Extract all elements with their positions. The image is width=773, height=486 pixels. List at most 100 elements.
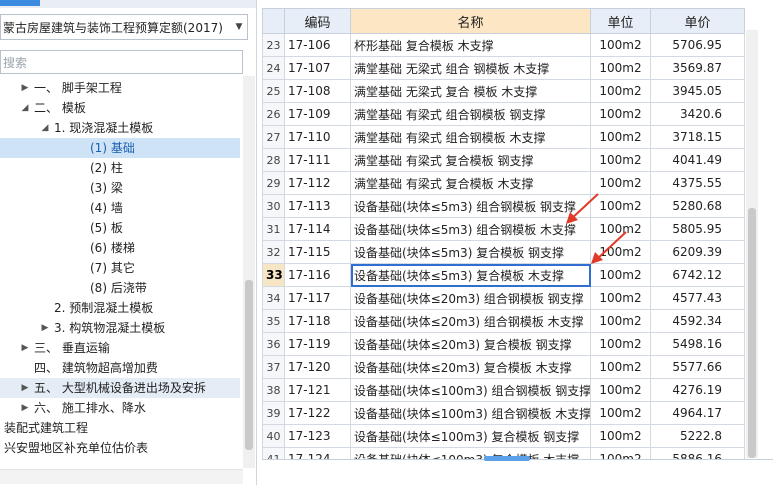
cell-price[interactable]: 3569.87 xyxy=(650,56,745,80)
row-number[interactable]: 38 xyxy=(262,378,285,402)
tree-vertical-scrollbar[interactable] xyxy=(243,76,255,468)
left-tabstrip[interactable] xyxy=(0,0,256,8)
table-row[interactable]: 28 17-111 满堂基础 有梁式 复合模板 钢支撑 100m2 4041.49 xyxy=(262,148,745,172)
tree-node[interactable]: ◢ 二、 模板 xyxy=(0,98,240,118)
tree-node[interactable]: (5) 板 xyxy=(0,218,240,238)
tree-node[interactable]: ◢ 1. 现浇混凝土模板 xyxy=(0,118,240,138)
cell-price[interactable]: 5706.95 xyxy=(650,33,745,57)
expand-arrow-icon[interactable]: ▶ xyxy=(20,378,30,398)
cell-unit[interactable]: 100m2 xyxy=(590,240,651,264)
row-number[interactable]: 36 xyxy=(262,332,285,356)
cell-unit[interactable]: 100m2 xyxy=(590,171,651,195)
row-number[interactable]: 25 xyxy=(262,79,285,103)
cell-unit[interactable]: 100m2 xyxy=(590,79,651,103)
cell-price[interactable]: 4964.17 xyxy=(650,401,745,425)
cell-price[interactable]: 5498.16 xyxy=(650,332,745,356)
table-row[interactable]: 31 17-114 设备基础(块体≤5m3) 组合钢模板 木支撑 100m2 5805.… xyxy=(262,217,745,241)
row-number[interactable]: 28 xyxy=(262,148,285,172)
table-row[interactable]: 34 17-117 设备基础(块体≤20m3) 组合钢模板 钢支撑 100m2 4577… xyxy=(262,286,745,310)
table-row[interactable]: 33 17-116 设备基础(块体≤5m3) 复合模板 木支撑 100m2 6742.1… xyxy=(262,263,745,287)
table-row[interactable]: 37 17-120 设备基础(块体≤20m3) 复合模板 木支撑 100m2 5577.… xyxy=(262,355,745,379)
tree-node[interactable]: (1) 基础 xyxy=(0,138,240,158)
row-number[interactable]: 32 xyxy=(262,240,285,264)
cell-code[interactable]: 17-107 xyxy=(284,56,351,80)
row-number[interactable]: 27 xyxy=(262,125,285,149)
row-number[interactable]: 24 xyxy=(262,56,285,80)
tree-node[interactable]: ▶ 3. 构筑物混凝土模板 xyxy=(0,318,240,338)
cell-code[interactable]: 17-121 xyxy=(284,378,351,402)
cell-code[interactable]: 17-108 xyxy=(284,79,351,103)
row-number[interactable]: 35 xyxy=(262,309,285,333)
cell-code[interactable]: 17-112 xyxy=(284,171,351,195)
cell-name[interactable]: 设备基础(块体≤100m3) 复合模板 钢支撑 xyxy=(350,424,591,448)
cell-code[interactable]: 17-123 xyxy=(284,424,351,448)
cell-price[interactable]: 5280.68 xyxy=(650,194,745,218)
cell-code[interactable]: 17-113 xyxy=(284,194,351,218)
expand-arrow-icon[interactable]: ▶ xyxy=(20,338,30,358)
cell-name[interactable]: 设备基础(块体≤20m3) 复合模板 木支撑 xyxy=(350,355,591,379)
cell-unit[interactable]: 100m2 xyxy=(590,263,651,287)
table-row[interactable]: 40 17-123 设备基础(块体≤100m3) 复合模板 钢支撑 100m2 5222… xyxy=(262,424,745,448)
collapse-arrow-icon[interactable]: ◢ xyxy=(20,98,30,118)
cell-price[interactable]: 6209.39 xyxy=(650,240,745,264)
expand-arrow-icon[interactable]: ▶ xyxy=(20,78,30,98)
cell-unit[interactable]: 100m2 xyxy=(590,355,651,379)
cell-name[interactable]: 杯形基础 复合模板 木支撑 xyxy=(350,33,591,57)
cell-name[interactable]: 满堂基础 有梁式 复合模板 木支撑 xyxy=(350,171,591,195)
header-rownum[interactable] xyxy=(262,8,285,34)
table-row[interactable]: 24 17-107 满堂基础 无梁式 组合 钢模板 木支撑 100m2 3569.87 xyxy=(262,56,745,80)
cell-code[interactable]: 17-120 xyxy=(284,355,351,379)
table-row[interactable]: 27 17-110 满堂基础 有梁式 组合钢模板 木支撑 100m2 3718.15 xyxy=(262,125,745,149)
cell-name[interactable]: 设备基础(块体≤20m3) 组合钢模板 钢支撑 xyxy=(350,286,591,310)
row-number[interactable]: 37 xyxy=(262,355,285,379)
row-number[interactable]: 40 xyxy=(262,424,285,448)
table-row[interactable]: 36 17-119 设备基础(块体≤20m3) 复合模板 钢支撑 100m2 5498.… xyxy=(262,332,745,356)
cell-price[interactable]: 5577.66 xyxy=(650,355,745,379)
tree-node[interactable]: 2. 预制混凝土模板 xyxy=(0,298,240,318)
cell-name[interactable]: 设备基础(块体≤20m3) 复合模板 钢支撑 xyxy=(350,332,591,356)
row-number[interactable]: 31 xyxy=(262,217,285,241)
table-row[interactable]: 23 17-106 杯形基础 复合模板 木支撑 100m2 5706.95 xyxy=(262,33,745,57)
cell-name[interactable]: 设备基础(块体≤5m3) 组合钢模板 木支撑 xyxy=(350,217,591,241)
row-number[interactable]: 39 xyxy=(262,401,285,425)
cell-name[interactable]: 满堂基础 无梁式 组合 钢模板 木支撑 xyxy=(350,56,591,80)
row-number[interactable]: 34 xyxy=(262,286,285,310)
chevron-down-icon[interactable]: ▼ xyxy=(231,22,247,32)
table-row[interactable]: 25 17-108 满堂基础 无梁式 复合 模板 木支撑 100m2 3945.05 xyxy=(262,79,745,103)
header-price[interactable]: 单价 xyxy=(650,8,745,34)
tree-node[interactable]: ▶ 六、 施工排水、降水 xyxy=(0,398,240,418)
cell-code[interactable]: 17-114 xyxy=(284,217,351,241)
cell-name[interactable]: 设备基础(块体≤100m3) 组合钢模板 木支撑 xyxy=(350,401,591,425)
cell-name[interactable]: 满堂基础 有梁式 复合模板 钢支撑 xyxy=(350,148,591,172)
cell-unit[interactable]: 100m2 xyxy=(590,217,651,241)
search-input[interactable]: 搜索 xyxy=(0,50,243,74)
cell-name[interactable]: 设备基础(块体≤100m3) 组合钢模板 钢支撑 xyxy=(350,378,591,402)
table-row[interactable]: 38 17-121 设备基础(块体≤100m3) 组合钢模板 钢支撑 100m2 427… xyxy=(262,378,745,402)
tree-node[interactable]: 装配式建筑工程 xyxy=(0,418,240,438)
cell-unit[interactable]: 100m2 xyxy=(590,102,651,126)
cell-name[interactable]: 设备基础(块体≤5m3) 复合模板 木支撑 xyxy=(350,263,591,287)
splitter-grip[interactable] xyxy=(484,456,530,461)
cell-unit[interactable]: 100m2 xyxy=(590,33,651,57)
header-unit[interactable]: 单位 xyxy=(590,8,651,34)
row-number[interactable]: 26 xyxy=(262,102,285,126)
row-number[interactable]: 33 xyxy=(262,263,285,287)
grid-vertical-scrollbar[interactable] xyxy=(746,30,758,458)
cell-price[interactable]: 3718.15 xyxy=(650,125,745,149)
cell-name[interactable]: 满堂基础 有梁式 组合钢模板 钢支撑 xyxy=(350,102,591,126)
expand-arrow-icon[interactable]: ▶ xyxy=(20,398,30,418)
cell-unit[interactable]: 100m2 xyxy=(590,56,651,80)
cell-unit[interactable]: 100m2 xyxy=(590,148,651,172)
quota-library-select[interactable]: 蒙古房屋建筑与装饰工程预算定额(2017) ▼ xyxy=(0,14,248,40)
cell-unit[interactable]: 100m2 xyxy=(590,194,651,218)
header-code[interactable]: 编码 xyxy=(284,8,351,34)
tree-node[interactable]: (8) 后浇带 xyxy=(0,278,240,298)
expand-arrow-icon[interactable]: ▶ xyxy=(40,318,50,338)
table-row[interactable]: 30 17-113 设备基础(块体≤5m3) 组合钢模板 钢支撑 100m2 5280.… xyxy=(262,194,745,218)
cell-unit[interactable]: 100m2 xyxy=(590,309,651,333)
collapse-arrow-icon[interactable]: ◢ xyxy=(40,118,50,138)
tree-node[interactable]: (3) 梁 xyxy=(0,178,240,198)
tree-node[interactable]: (2) 柱 xyxy=(0,158,240,178)
tree-node[interactable]: (4) 墙 xyxy=(0,198,240,218)
cell-unit[interactable]: 100m2 xyxy=(590,424,651,448)
